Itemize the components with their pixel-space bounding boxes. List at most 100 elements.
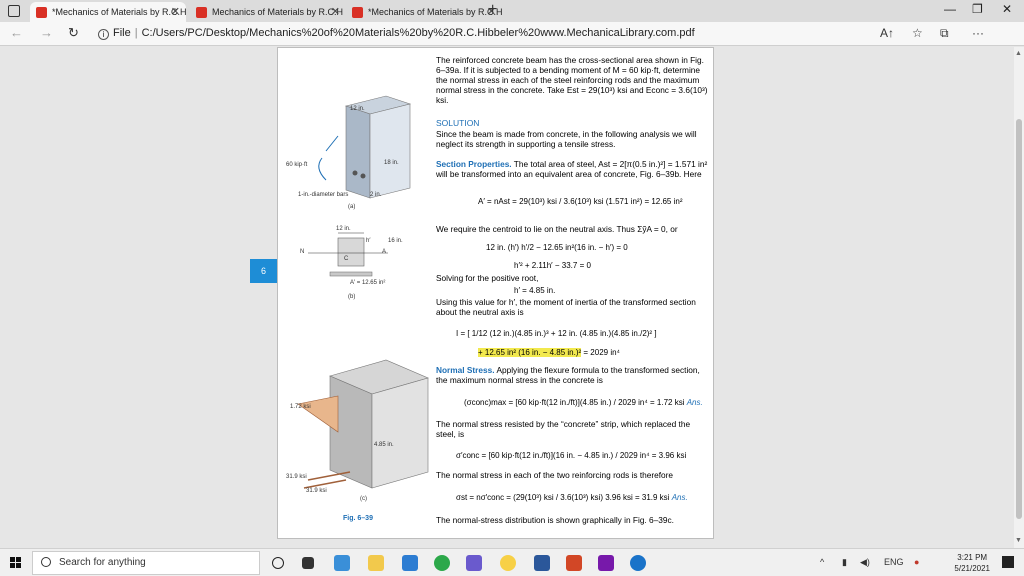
clock[interactable]: 3:21 PM 5/21/2021 (954, 552, 990, 574)
fig-b-area: A′ = 12.65 in² (350, 280, 386, 286)
windows-start-icon[interactable] (10, 557, 22, 569)
page-badge: 6 (250, 259, 277, 283)
onenote-icon[interactable] (598, 555, 614, 571)
fig-b-N: N (300, 249, 305, 255)
volume-icon[interactable]: ◀) (860, 557, 870, 568)
collections-icon[interactable]: ⧉ (940, 26, 949, 41)
url-separator: | (134, 27, 138, 39)
tab-actions-icon[interactable] (8, 5, 20, 17)
close-tab-icon[interactable]: ✕ (331, 2, 340, 22)
more-icon[interactable]: ··· (972, 26, 984, 40)
app-tray-icon[interactable]: ● (914, 557, 919, 567)
equation-transformed-area: A′ = nAst = 29(10³) ksi / 3.6(10³) ksi (… (478, 197, 683, 206)
concrete-stress-text: (σconc)max = [60 kip·ft(12 in./ft)](4.85… (464, 398, 685, 407)
app-icon[interactable] (334, 555, 350, 571)
tab-3[interactable]: *Mechanics of Materials by R.C.H ✕ (346, 2, 502, 22)
final-text: The normal-stress distribution is shown … (436, 515, 674, 525)
network-icon[interactable]: ▮ (842, 557, 847, 568)
refresh-icon[interactable]: ↻ (68, 25, 79, 41)
search-placeholder: Search for anything (59, 557, 146, 568)
app-icon[interactable] (466, 555, 482, 571)
close-tab-icon[interactable]: ✕ (171, 2, 180, 22)
equation-rod-stress: σst = nσ′conc = (29(10³) ksi / 3.6(10³) … (456, 493, 688, 503)
fig-b-d: 16 in. (388, 238, 403, 244)
pdf-viewer[interactable]: 6 12 in. 18 in. 60 kip·ft 1-in.-diameter… (0, 47, 1014, 548)
minimize-icon[interactable]: — (944, 2, 956, 16)
fig-b-width: 12 in. (336, 226, 351, 232)
cortana-icon[interactable] (272, 557, 284, 569)
figure-diagram (297, 95, 429, 489)
new-tab-icon[interactable]: + (488, 1, 497, 19)
highlighted-term: + 12.65 in² (16 in. − 4.85 in.)² (478, 348, 582, 357)
fig-a-cover: 2 in. (370, 192, 382, 198)
fig-a-moment: 60 kip·ft (286, 162, 308, 168)
restore-icon[interactable]: ❐ (972, 2, 983, 16)
scroll-down-icon[interactable]: ▼ (1015, 537, 1022, 544)
chrome-icon[interactable] (434, 555, 450, 571)
fig-a-label: (a) (348, 204, 356, 210)
strip-text: The normal stress resisted by the “concr… (436, 419, 691, 439)
figure-caption: Fig. 6–39 (343, 515, 373, 522)
pdf-icon (36, 7, 47, 18)
scroll-up-icon[interactable]: ▲ (1015, 50, 1022, 57)
fig-c-label: (c) (360, 496, 367, 502)
read-aloud-icon[interactable]: A↑ (880, 26, 894, 40)
equation-root: h′ = 4.85 in. (514, 286, 556, 295)
mail-icon[interactable] (402, 555, 418, 571)
fig-b-label: (b) (348, 294, 356, 300)
tab-strip: *Mechanics of Materials by R.C.H ✕ Mecha… (0, 0, 1024, 22)
language-icon[interactable]: ENG (884, 557, 904, 567)
centroid-text: We require the centroid to lie on the ne… (436, 224, 678, 234)
close-window-icon[interactable]: ✕ (1002, 2, 1012, 16)
url-text: C:/Users/PC/Desktop/Mechanics%20of%20Mat… (141, 27, 695, 39)
normal-stress-paragraph: Normal Stress. Applying the flexure form… (436, 365, 708, 385)
scroll-thumb[interactable] (1016, 119, 1022, 519)
fig-a-width: 12 in. (350, 106, 365, 112)
info-icon[interactable]: i (98, 29, 109, 40)
fig-b-h: h′ (366, 238, 371, 244)
inertia-result: = 2029 in⁴ (583, 348, 620, 357)
back-icon[interactable]: ← (10, 25, 23, 40)
pdf-icon (352, 7, 363, 18)
app-icon[interactable] (500, 555, 516, 571)
equation-inertia-1: I = [ 1/12 (12 in.)(4.85 in.)³ + 12 in. … (456, 329, 657, 338)
tray-chevron-icon[interactable]: ^ (820, 557, 824, 567)
favorites-icon[interactable]: ☆ (912, 26, 923, 40)
fig-c-s3: 31.9 ksi (306, 488, 327, 494)
task-view-icon[interactable] (302, 557, 314, 569)
edge-icon[interactable] (630, 555, 646, 571)
clock-date: 5/21/2021 (954, 564, 990, 573)
answer-label: Ans. (671, 493, 688, 502)
url-prefix: File (113, 27, 131, 39)
equation-strip-stress: σ′conc = [60 kip·ft(12 in./ft)](16 in. −… (456, 451, 687, 460)
forward-icon[interactable]: → (40, 25, 53, 40)
solving-text: Solving for the positive root, (436, 273, 539, 283)
address-bar: ← → ↻ i File | C:/Users/PC/Desktop/Mechanic… (0, 22, 1024, 46)
tab-3-title: *Mechanics of Materials by R.C.H (368, 7, 502, 17)
moment-inertia-text: Using this value for h′, the moment of i… (436, 297, 696, 317)
fig-c-hprime: 4.85 in. (374, 442, 394, 448)
tab-2-title: Mechanics of Materials by R.C.H (212, 7, 344, 17)
tab-2[interactable]: Mechanics of Materials by R.C.H ✕ (190, 2, 346, 22)
file-explorer-icon[interactable] (368, 555, 384, 571)
fig-b-A: A (382, 249, 387, 255)
solution-heading: SOLUTION (436, 118, 480, 128)
notification-icon[interactable] (1002, 556, 1014, 568)
url-field[interactable]: i File | C:/Users/PC/Desktop/Mechanics%20of… (98, 24, 858, 43)
taskbar-search[interactable]: Search for anything (32, 551, 260, 575)
powerpoint-icon[interactable] (566, 555, 582, 571)
taskbar: Search for anything ^ ▮ ◀) ENG ● 3:21 PM… (0, 548, 1024, 576)
equation-quadratic: h′² + 2.11h′ − 33.7 = 0 (514, 261, 591, 270)
rod-stress-text: σst = nσ′conc = (29(10³) ksi / 3.6(10³) … (456, 493, 670, 502)
word-icon[interactable] (534, 555, 550, 571)
problem-statement: The reinforced concrete beam has the cro… (436, 55, 708, 105)
fig-c-s1: 1.72 ksi (290, 404, 311, 410)
solution-body: Since the beam is made from concrete, in… (436, 129, 697, 149)
normal-stress-heading: Normal Stress. (436, 365, 495, 375)
clock-time: 3:21 PM (957, 553, 988, 562)
tab-1[interactable]: *Mechanics of Materials by R.C.H ✕ (30, 2, 186, 22)
vertical-scrollbar[interactable]: ▲ ▼ (1014, 47, 1024, 548)
tab-1-title: *Mechanics of Materials by R.C.H (52, 7, 186, 17)
pdf-icon (196, 7, 207, 18)
equation-concrete-stress: (σconc)max = [60 kip·ft(12 in./ft)](4.85… (464, 398, 703, 408)
